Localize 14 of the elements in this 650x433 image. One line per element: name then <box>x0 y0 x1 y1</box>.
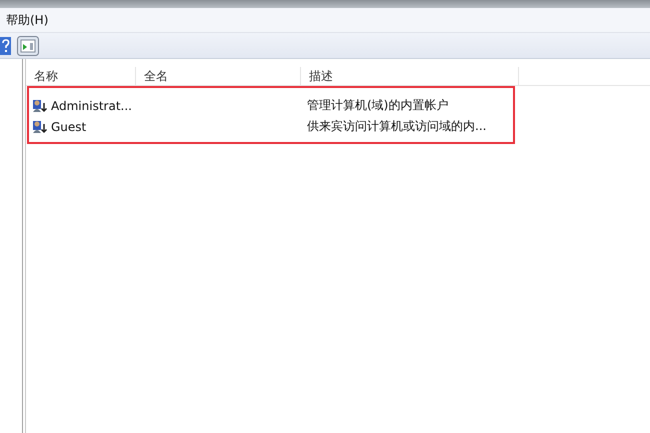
user-icon <box>32 98 48 114</box>
description-cell-text: 管理计算机(域)的内置帐户 <box>306 97 450 114</box>
help-icon[interactable] <box>0 36 11 54</box>
column-header[interactable]: 全名 <box>136 67 301 85</box>
column-header[interactable]: 名称 <box>26 67 136 85</box>
description-cell-text: 供来宾访问计算机或访问域的内... <box>306 118 488 135</box>
user-name-cell[interactable]: Guest <box>26 118 136 134</box>
menu-item[interactable]: 帮助(H) <box>6 12 48 28</box>
console-tree-icon[interactable] <box>17 36 39 56</box>
column-header[interactable]: 描述 <box>301 67 519 85</box>
user-name: Guest <box>51 120 86 134</box>
user-name-cell[interactable]: Administrat... <box>26 98 136 114</box>
user-icon <box>32 118 48 134</box>
user-name: Administrat... <box>51 98 132 112</box>
